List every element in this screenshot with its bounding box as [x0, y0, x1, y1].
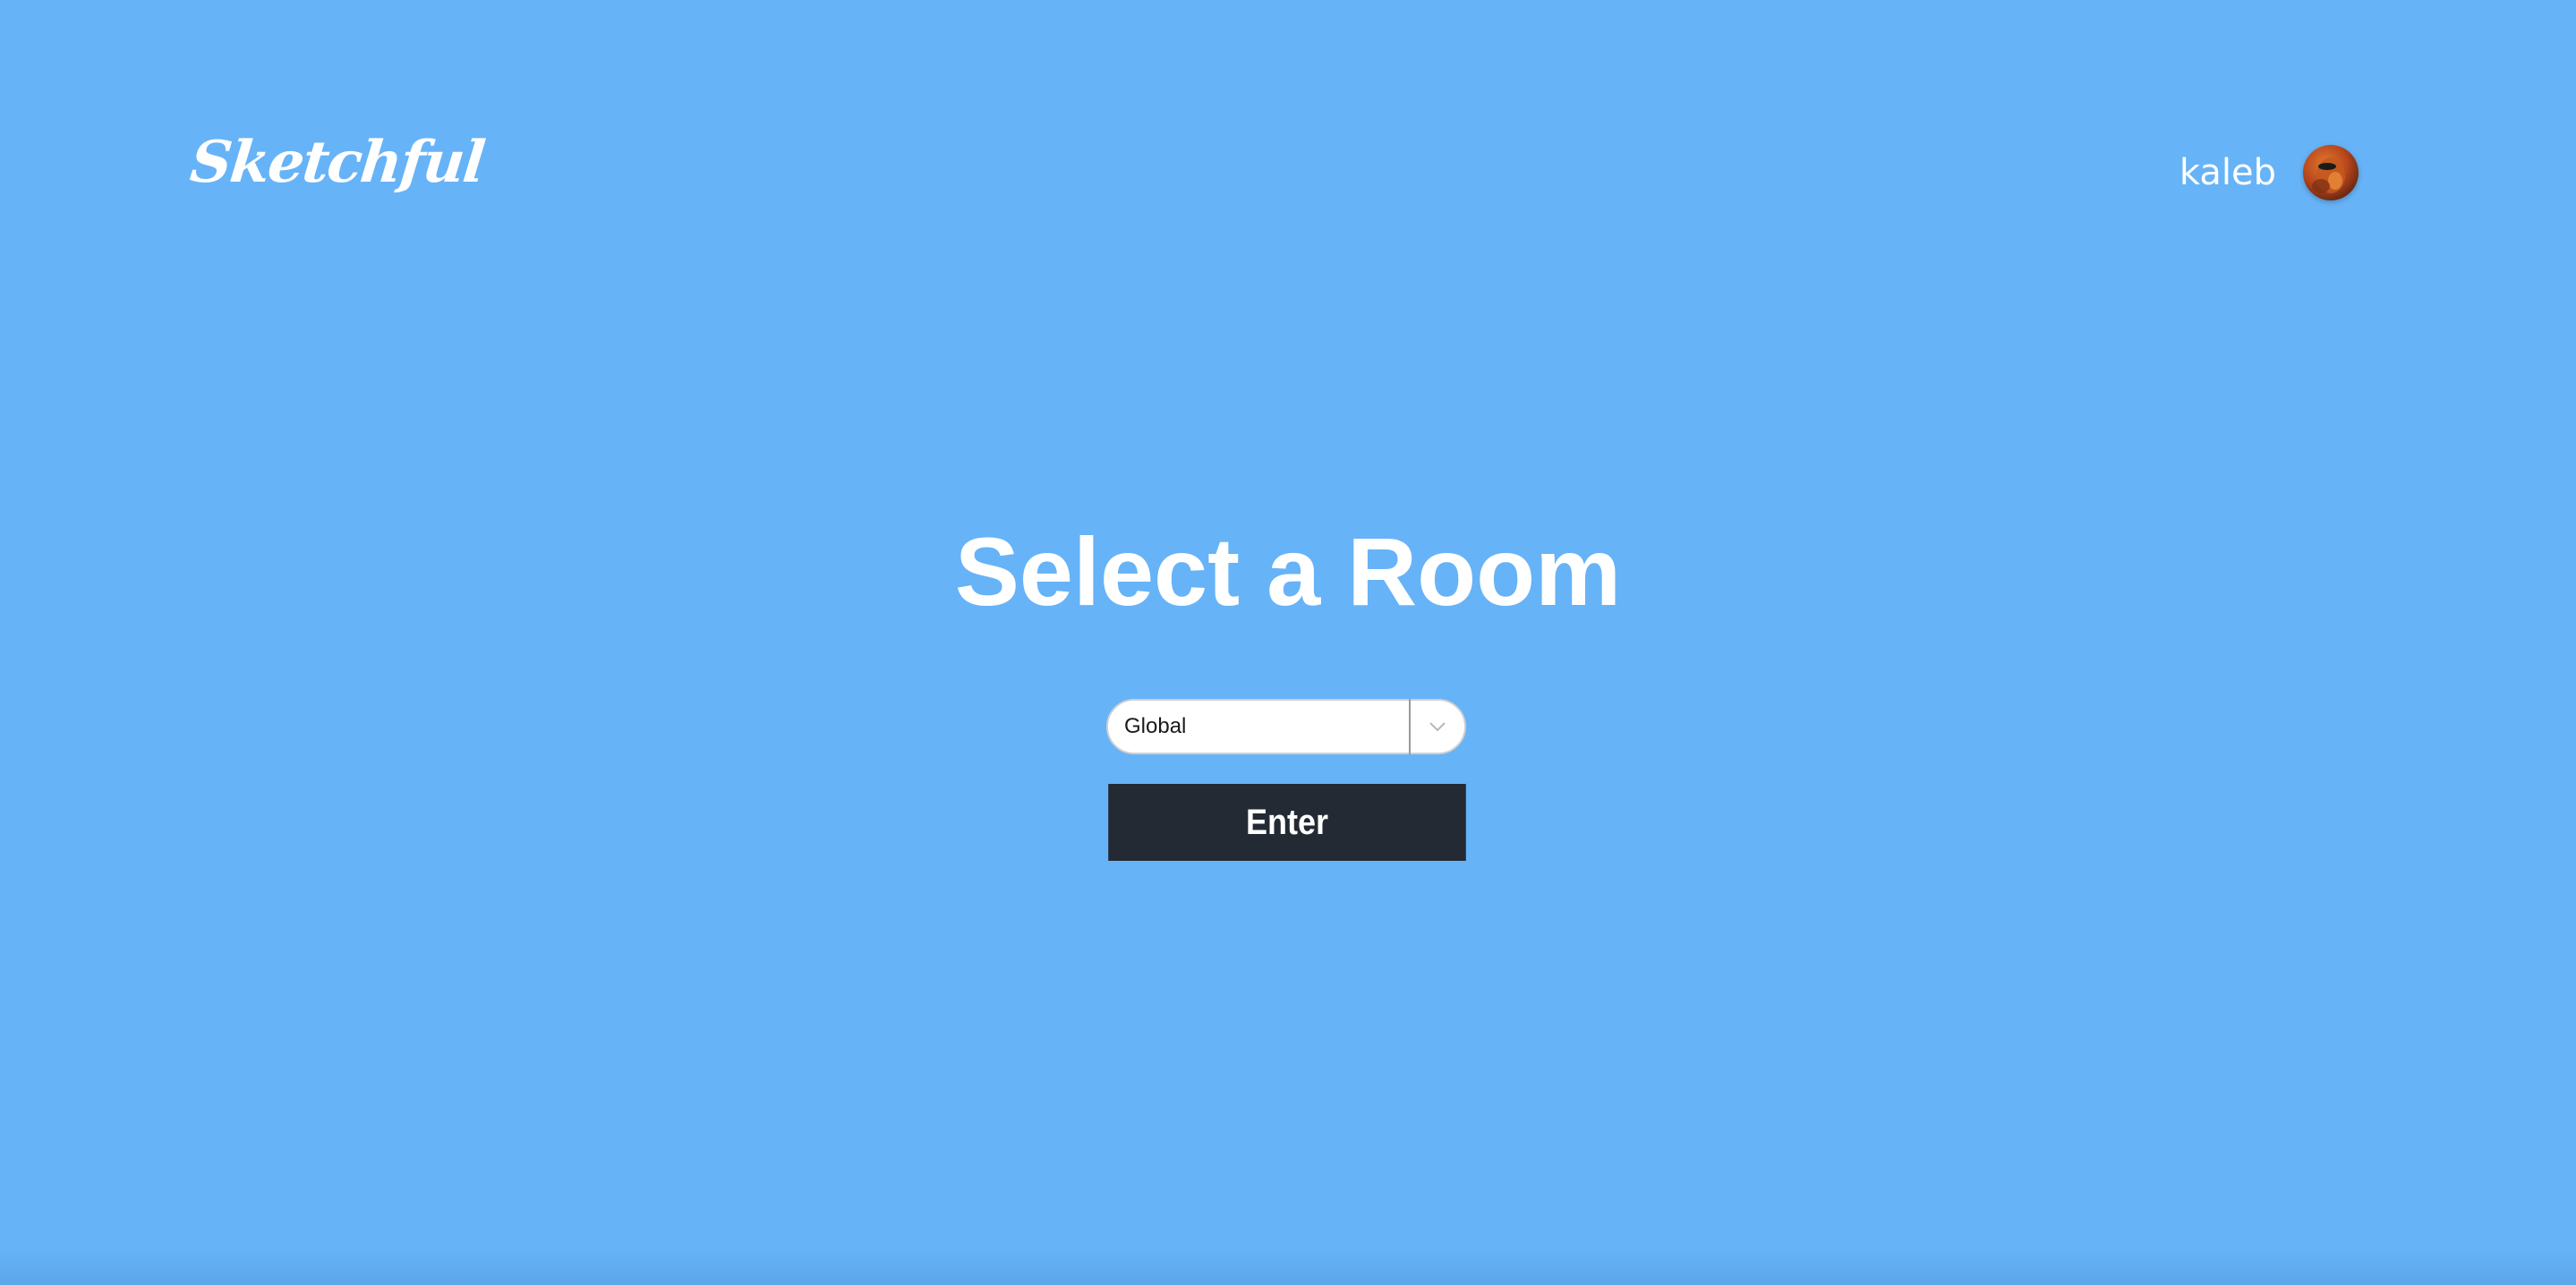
enter-button[interactable]: Enter [1108, 784, 1466, 861]
room-select-dropdown[interactable]: Global [1106, 699, 1466, 754]
user-avatar-icon[interactable] [2303, 145, 2358, 200]
sketchful-logo[interactable]: Sketchful [187, 129, 487, 196]
chevron-down-icon[interactable] [1411, 701, 1464, 753]
bottom-shade [0, 1249, 2576, 1285]
page-title: Select a Room [954, 517, 1622, 625]
username[interactable]: kaleb [2179, 155, 2276, 191]
room-select-value: Global [1124, 714, 1187, 738]
page: Sketchful kaleb Select a Room Global Ent… [0, 0, 2576, 1285]
user-menu[interactable]: kaleb [2179, 145, 2358, 200]
